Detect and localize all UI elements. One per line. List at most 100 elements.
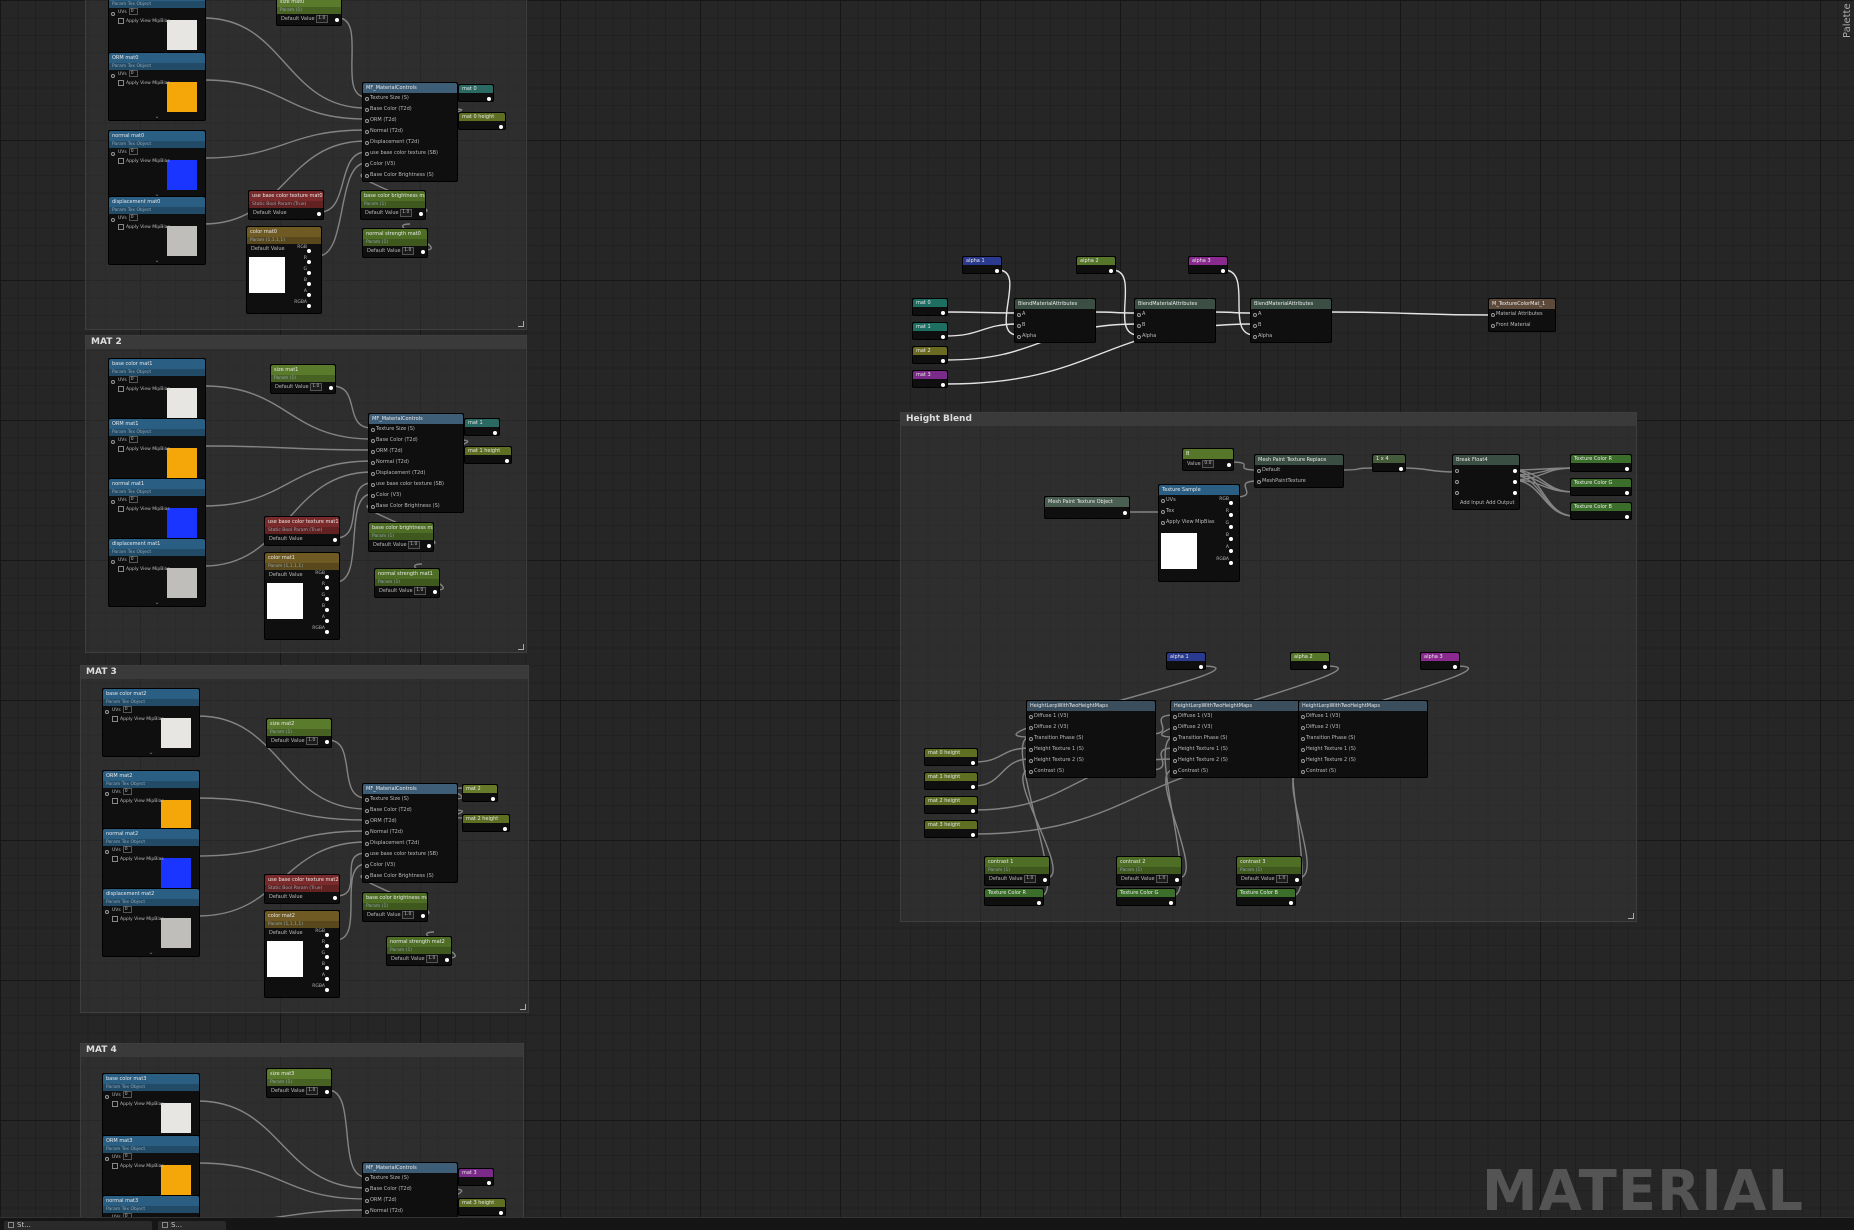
mat1-size-param[interactable]: size mat1 Param (1) Default Value 1.0: [270, 364, 336, 394]
mat2-tex-2-uvs-value[interactable]: 0: [122, 846, 132, 853]
mat0-tex-0-uvs-pin[interactable]: UVs 0: [109, 8, 205, 17]
mat1-tex-2-uvs-value[interactable]: 0: [128, 496, 138, 503]
mat3-tex-0[interactable]: base color mat3 Param Tex Object UVs 0 Apply…: [102, 1073, 200, 1142]
blend-attributes-2-pin-1[interactable]: B: [1251, 320, 1331, 331]
mat1-tex-3-expand-chevron-icon[interactable]: ⌄: [109, 600, 205, 606]
hb-height-0-reroute[interactable]: mat 0 height: [924, 748, 978, 766]
hb-output-0-out[interactable]: [1571, 463, 1631, 471]
mat0-normal-strength-param[interactable]: normal strength mat0 Param (1) Default Val…: [362, 228, 428, 258]
mat2-color-param-out-b[interactable]: B: [295, 962, 331, 970]
mat0-tex-3-uvs-pin[interactable]: UVs 0: [109, 214, 205, 223]
mat2-tex-1-uvs-pin[interactable]: UVs 0: [103, 788, 199, 797]
hb-tex-color-2-reroute-out[interactable]: [1237, 897, 1295, 905]
hb-alpha-2-reroute-out[interactable]: [1291, 661, 1329, 669]
mat0-tex-0[interactable]: base color mat0Param Tex ObjectUVs0Apply…: [108, 0, 206, 59]
mat2-controls-in-3[interactable]: Normal (T2d): [363, 827, 457, 838]
mat1-tex-1-mipbias-checkbox[interactable]: [118, 445, 124, 452]
hb-height-3-reroute[interactable]: mat 3 height: [924, 820, 978, 838]
blend-attributes-0[interactable]: BlendMaterialAttributes A B Alpha: [1014, 298, 1096, 343]
hb-output-2[interactable]: Texture Color B: [1570, 502, 1632, 520]
mat0-color-param-out-rgb[interactable]: RGB: [277, 245, 313, 253]
mat0-brightness-param-default-value[interactable]: 1.0: [400, 208, 413, 217]
blend-mat-2-reroute-out[interactable]: [913, 355, 947, 363]
mat1-tex-0[interactable]: base color mat1 Param Tex Object UVs 0 Apply…: [108, 358, 206, 427]
mat0-color-param-out-rgba[interactable]: RGBA: [277, 300, 313, 308]
hb-height-lerp-1-in-5[interactable]: Contrast (S): [1171, 766, 1299, 777]
mat1-color-param-out-rgba[interactable]: RGBA: [295, 626, 331, 634]
hb-height-lerp-2-in-1[interactable]: Diffuse 2 (V3): [1299, 722, 1427, 733]
mat1-color-param-color-swatch[interactable]: [267, 583, 303, 619]
mat1-reroute-height[interactable]: mat 1 height: [464, 446, 512, 464]
mat3-controls-in-0[interactable]: Texture Size (S): [363, 1173, 457, 1184]
mat0-reroute-height-out[interactable]: [459, 121, 505, 129]
hb-alpha-1-reroute[interactable]: alpha 1: [1166, 652, 1206, 670]
mat1-tex-3-uvs-pin[interactable]: UVs 0: [109, 556, 205, 565]
mat3-tex-1-mipbias-checkbox[interactable]: [112, 1162, 118, 1169]
blend-attributes-2[interactable]: BlendMaterialAttributes A B Alpha: [1250, 298, 1332, 343]
mat2-controls-in-4[interactable]: Displacement (T2d): [363, 838, 457, 849]
hb-mesh-paint-tex-object[interactable]: Mesh Paint Texture Object: [1044, 496, 1130, 519]
mat2-tex-2[interactable]: normal mat2 Param Tex Object UVs 0 Apply Vie…: [102, 828, 200, 897]
mat2-color-param-color-swatch[interactable]: [267, 941, 303, 977]
blend-attributes-0-pin-1[interactable]: B: [1015, 320, 1095, 331]
mat0-tex-1-expand-chevron-icon[interactable]: ⌄: [109, 114, 205, 120]
mat2-color-param-out-a[interactable]: A: [295, 973, 331, 981]
hb-height-1-reroute[interactable]: mat 1 height: [924, 772, 978, 790]
hb-contrast-2-param-default-value[interactable]: 1.0: [1156, 874, 1169, 883]
mat2-tex-2-mipbias-checkbox[interactable]: [112, 855, 118, 862]
blend-attributes-1[interactable]: BlendMaterialAttributes A B Alpha: [1134, 298, 1216, 343]
blend-mat-3-reroute-out[interactable]: [913, 379, 947, 387]
hb-mesh-paint-replace-in-0[interactable]: Default: [1255, 465, 1343, 476]
mat2-tex-0[interactable]: base color mat2 Param Tex Object UVs 0 Apply…: [102, 688, 200, 757]
mat2-controls-in-0[interactable]: Texture Size (S): [363, 794, 457, 805]
mat1-tex-1-uvs-value[interactable]: 0: [128, 436, 138, 443]
mat3-controls-in-2[interactable]: ORM (T2d): [363, 1195, 457, 1206]
hb-height-lerp-0-in-2[interactable]: Transition Phase (S): [1027, 733, 1155, 744]
mat1-tex-0-uvs-value[interactable]: 0: [128, 376, 138, 383]
mat2-tex-1-mipbias-checkbox[interactable]: [112, 797, 118, 804]
mat0-controls-in-3[interactable]: Normal (T2d): [363, 126, 457, 137]
mat0-tex-1-uvs-value[interactable]: 0: [128, 70, 138, 77]
mat0-tex-3-mipbias-checkbox[interactable]: [118, 223, 124, 230]
hb-height-0-reroute-out[interactable]: [925, 757, 977, 765]
hb-alpha-1-reroute-out[interactable]: [1167, 661, 1205, 669]
hb-tex-color-1-reroute[interactable]: Texture Color G: [1116, 888, 1176, 906]
mat2-tex-0-uvs-value[interactable]: 0: [122, 706, 132, 713]
mat3-size-param-default-value[interactable]: 1.0: [306, 1086, 319, 1095]
hb-contrast-1-param[interactable]: contrast 1 Param (1) Default Value 1.0: [984, 856, 1050, 886]
mat3-reroute-out[interactable]: mat 3: [458, 1168, 494, 1186]
mat1-color-param-out-g[interactable]: G: [295, 593, 331, 601]
mat0-reroute-out[interactable]: mat 0: [458, 84, 494, 102]
mat0-tex-1[interactable]: ORM mat0 Param Tex Object UVs 0 Apply View M…: [108, 52, 206, 121]
hb-break-float4-pin-1[interactable]: [1453, 476, 1519, 487]
blend-mat-0-reroute-out[interactable]: [913, 307, 947, 315]
hb-contrast-1-param-default-value[interactable]: 1.0: [1024, 874, 1037, 883]
tab-close-icon[interactable]: [8, 1222, 14, 1228]
hb-height-lerp-1-in-3[interactable]: Height Texture 1 (S): [1171, 744, 1299, 755]
mat1-controls-in-4[interactable]: Displacement (T2d): [369, 468, 463, 479]
mat1-controls-in-6[interactable]: Color (V3): [369, 490, 463, 501]
blend-attributes-0-pin-0[interactable]: A: [1015, 309, 1095, 320]
hb-height-lerp-2-in-0[interactable]: Diffuse 1 (V3): [1299, 711, 1427, 722]
mat2-controls[interactable]: MF_MaterialControls Texture Size (S) Base …: [362, 783, 458, 883]
mat0-controls-in-0[interactable]: Texture Size (S): [363, 93, 457, 104]
mat2-normal-strength-param[interactable]: normal strength mat2 Param (1) Default Val…: [386, 936, 452, 966]
mat1-color-param-out-rgb[interactable]: RGB: [295, 571, 331, 579]
mat1-reroute-out-out[interactable]: [465, 427, 499, 435]
blend-mat-0-reroute[interactable]: mat 0: [912, 298, 948, 316]
mat1-normal-strength-param[interactable]: normal strength mat1 Param (1) Default Val…: [374, 568, 440, 598]
blend-attributes-1-pin-1[interactable]: B: [1135, 320, 1215, 331]
hb-mesh-paint-replace[interactable]: Mesh Paint Texture Replace Default MeshPai…: [1254, 454, 1344, 488]
hb-texture-sample-out-1[interactable]: R: [1199, 509, 1235, 517]
mat3-reroute-out-out[interactable]: [459, 1177, 493, 1185]
hb-height-lerp-1-in-4[interactable]: Height Texture 2 (S): [1171, 755, 1299, 766]
mat2-size-param[interactable]: size mat2 Param (1) Default Value 1.0: [266, 718, 332, 748]
blend-attributes-0-pin-2[interactable]: Alpha: [1015, 331, 1095, 342]
hb-output-0[interactable]: Texture Color R: [1570, 454, 1632, 472]
blend-alpha-3-reroute[interactable]: alpha 3: [1188, 256, 1228, 274]
mat0-color-param[interactable]: color mat0 Param (1,1,1,1) Default Value RG…: [246, 226, 322, 314]
mat0-normal-strength-param-default-value[interactable]: 1.0: [402, 246, 415, 255]
mat0-tex-3-expand-chevron-icon[interactable]: ⌄: [109, 258, 205, 264]
mat0-color-param-out-b[interactable]: B: [277, 278, 313, 286]
hb-break-float4-pin-0[interactable]: [1453, 465, 1519, 476]
